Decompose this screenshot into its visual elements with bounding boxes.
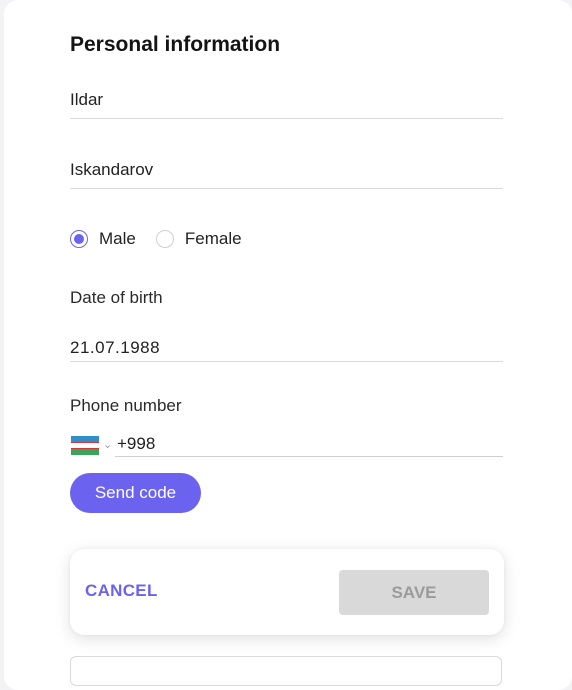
gender-radio-group: Male Female	[70, 229, 242, 249]
uzbekistan-flag-icon[interactable]	[71, 436, 99, 455]
phone-input-row: ⌄ +998	[70, 434, 503, 458]
phone-underline	[115, 456, 503, 457]
male-label[interactable]: Male	[99, 229, 136, 249]
female-label[interactable]: Female	[185, 229, 242, 249]
female-radio[interactable]	[155, 230, 174, 248]
first-name-value: Ildar	[70, 90, 104, 109]
last-name-field[interactable]: Iskandarov	[70, 160, 503, 189]
first-name-underline	[70, 118, 503, 119]
cancel-button[interactable]: CANCEL	[85, 581, 158, 601]
phone-label: Phone number	[70, 396, 182, 415]
last-name-value: Iskandarov	[70, 160, 154, 179]
send-code-button[interactable]: Send code	[70, 473, 201, 513]
last-name-underline	[70, 188, 503, 189]
chevron-down-icon[interactable]: ⌄	[103, 438, 112, 451]
dob-field[interactable]: 21.07.1988	[70, 338, 503, 362]
dob-label: Date of birth	[70, 288, 163, 307]
first-name-field[interactable]: Ildar	[70, 90, 503, 119]
dob-value: 21.07.1988	[70, 338, 161, 357]
action-bar: CANCEL SAVE	[70, 549, 504, 635]
male-radio[interactable]	[70, 230, 88, 248]
dob-underline	[70, 361, 503, 362]
phone-input[interactable]: +998	[117, 434, 155, 454]
section-title: Personal information	[70, 33, 281, 56]
save-button[interactable]: SAVE	[339, 570, 489, 615]
obscured-input[interactable]	[70, 656, 502, 686]
